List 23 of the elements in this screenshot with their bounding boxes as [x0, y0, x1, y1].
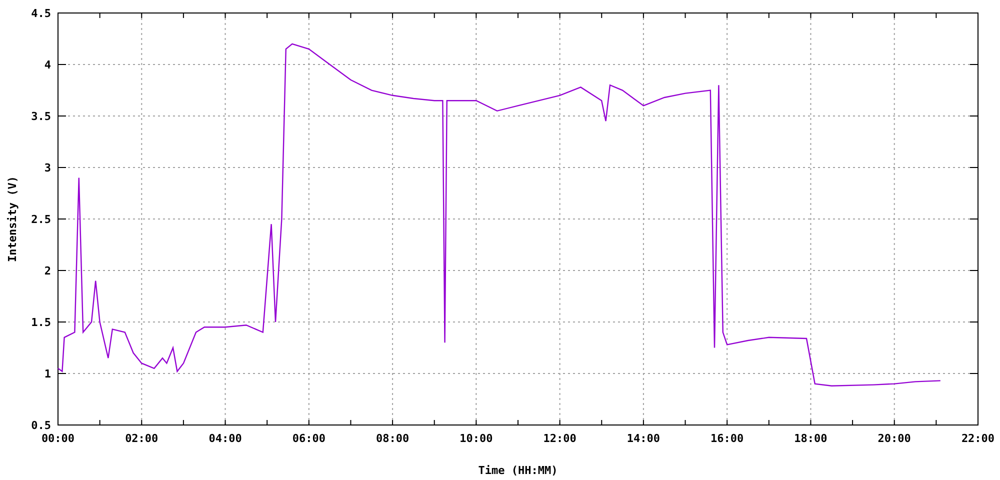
x-tick-label: 06:00: [292, 432, 326, 445]
x-tick-label: 20:00: [878, 432, 911, 445]
y-tick-label: 1: [44, 368, 51, 380]
x-tick-label: 00:00: [41, 432, 75, 445]
y-axis-label: Intensity (V): [6, 176, 19, 262]
x-tick-label: 22:00: [961, 432, 995, 445]
y-tick-label: 2: [44, 264, 51, 278]
x-tick-label: 08:00: [376, 432, 410, 445]
y-tick-label: 4.5: [31, 7, 51, 20]
x-tick-label: 10:00: [460, 432, 493, 445]
y-tick-label: 0.5: [31, 419, 51, 432]
y-tick-label: 3.5: [31, 110, 51, 123]
x-tick-label: 14:00: [626, 432, 660, 445]
y-tick-label: 2.5: [31, 213, 51, 226]
x-tick-label: 16:00: [710, 432, 744, 445]
y-tick-label: 4: [44, 58, 51, 72]
x-axis-label: Time (HH:MM): [478, 464, 558, 477]
x-tick-label: 02:00: [125, 432, 158, 445]
x-tick-label: 18:00: [794, 432, 828, 445]
y-tick-label: 3: [44, 162, 51, 174]
y-tick-label: 1.5: [31, 316, 51, 329]
x-tick-label: 04:00: [208, 432, 242, 445]
x-tick-label: 12:00: [543, 432, 576, 445]
